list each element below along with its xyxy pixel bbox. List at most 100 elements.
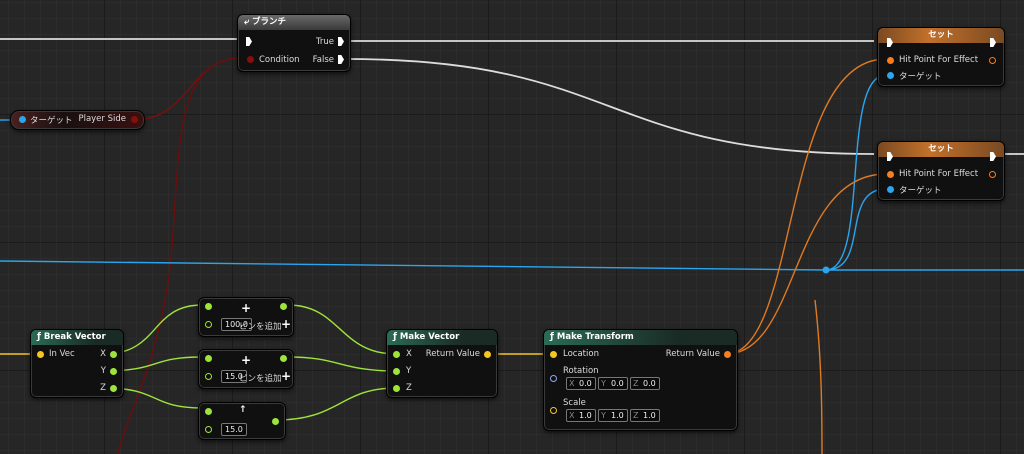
branch-title: ブランチ [252,17,287,27]
branch-true-label: True [315,37,334,47]
add-y-in-b-pin[interactable] [205,373,212,380]
getter-output-label: Player Side [78,114,126,124]
make-vector-x-pin[interactable] [393,351,400,358]
branch-node[interactable]: ⤶ ブランチ True Condition False [237,14,351,72]
break-vector-z-pin[interactable] [110,385,117,392]
add-y-in-a-pin[interactable] [205,355,212,362]
make-transform-output-label: Return Value [665,349,720,359]
make-vector-y-label: Y [406,366,412,376]
getter-target-label: ターゲット [30,116,73,126]
add-operator-icon: + [241,353,252,367]
reroute-knot [822,266,830,274]
add-y-add-pin-label[interactable]: ピンを追加 [239,372,282,384]
make-transform-location-pin[interactable] [550,351,557,358]
add-x-in-a-pin[interactable] [205,303,212,310]
make-vector-z-pin[interactable] [393,385,400,392]
break-vector-node[interactable]: ƒ Break Vector In Vec X Y Z [30,329,124,398]
make-transform-rotation-pin[interactable] [550,375,557,382]
set-top-target-label: ターゲット [899,72,942,82]
function-icon: ƒ [37,332,41,342]
make-transform-header[interactable]: ƒ Make Transform [544,330,737,345]
rotation-x-axis-label: X [569,379,575,388]
scale-y-axis-label: Y [601,411,606,420]
make-vector-header[interactable]: ƒ Make Vector [387,330,497,345]
wire-layer [0,38,1024,454]
set-top-target-pin[interactable] [887,72,894,79]
break-vector-x-label: X [100,349,106,359]
break-vector-z-label: Z [100,383,106,393]
break-vector-title: Break Vector [43,332,106,342]
rotation-z-axis-label: Z [633,379,639,388]
player-side-getter-node[interactable]: ターゲット Player Side [10,110,145,130]
make-transform-node[interactable]: ƒ Make Transform Location Return Value Ro… [543,329,738,431]
add-x-add-pin-label[interactable]: ピンを追加 [239,320,282,332]
set-bottom-target-pin[interactable] [887,186,894,193]
set-bottom-param-out-pin[interactable] [989,171,996,178]
break-vector-y-label: Y [100,366,106,376]
make-transform-output-pin[interactable] [724,351,731,358]
make-vector-title: Make Vector [399,332,460,342]
add-x-in-b-pin[interactable] [205,321,212,328]
set-bottom-param-pin[interactable] [887,171,894,178]
branch-condition-label: Condition [259,55,300,65]
getter-output-pin[interactable] [131,116,138,123]
float-wire-addy-out [287,356,397,372]
make-transform-scale-label: Scale [563,398,586,408]
branch-false-label: False [312,55,334,65]
make-transform-scale-pin[interactable] [550,407,557,414]
break-vector-in-label: In Vec [49,349,75,359]
set-node-bottom[interactable]: セット Hit Point For Effect ターゲット [877,141,1005,201]
float-wire-addz-out [275,387,397,421]
make-vector-x-label: X [406,349,412,359]
add-operator-icon: ↑ [239,405,247,415]
make-transform-location-label: Location [563,349,599,359]
float-wire-addx-out [287,304,397,355]
transform-wire-down [814,299,823,454]
make-transform-rotation-label: Rotation [563,366,599,376]
set-top-header[interactable]: セット [878,28,1004,43]
set-bottom-target-label: ターゲット [899,186,942,196]
add-z-in-a-pin[interactable] [205,408,212,415]
make-transform-title: Make Transform [556,332,634,342]
break-vector-in-pin[interactable] [37,351,44,358]
make-vector-y-pin[interactable] [393,368,400,375]
transform-wire-top [725,58,887,355]
transform-wire-bottom [725,173,887,355]
make-vector-z-label: Z [406,383,412,393]
scale-x-axis-label: X [569,411,575,420]
add-z-value-input[interactable]: 15.0 [221,423,247,436]
getter-target-pin[interactable] [19,116,26,123]
set-top-param-label: Hit Point For Effect [899,55,979,65]
object-wire-set-bottom [825,188,887,271]
add-y-add-pin-plus-icon[interactable]: + [281,369,291,383]
branch-icon: ⤶ [244,17,250,27]
branch-condition-pin[interactable] [247,56,254,63]
set-bottom-header[interactable]: セット [878,142,1004,157]
function-icon: ƒ [550,332,554,342]
set-node-top[interactable]: セット Hit Point For Effect ターゲット [877,27,1005,87]
scale-z-axis-label: Z [633,411,639,420]
object-wire-long [0,260,1024,271]
add-operator-icon: + [241,301,252,315]
set-top-param-out-pin[interactable] [989,57,996,64]
break-vector-x-pin[interactable] [110,351,117,358]
set-top-param-pin[interactable] [887,57,894,64]
add-y-out-pin[interactable] [280,355,287,362]
function-icon: ƒ [393,332,397,342]
add-node-z[interactable]: ↑ 15.0 [198,402,286,440]
make-vector-output-label: Return Value [425,349,480,359]
add-node-y[interactable]: + 15.0 ピンを追加 + [198,349,294,389]
make-vector-output-pin[interactable] [484,351,491,358]
add-z-out-pin[interactable] [272,418,279,425]
break-vector-header[interactable]: ƒ Break Vector [31,330,123,345]
exec-wire-false [345,58,875,155]
add-node-x[interactable]: + 100.0 ピンを追加 + [198,297,294,337]
add-x-out-pin[interactable] [280,303,287,310]
add-x-add-pin-plus-icon[interactable]: + [281,317,291,331]
branch-header[interactable]: ⤶ ブランチ [238,15,350,30]
add-z-in-b-pin[interactable] [205,426,212,433]
make-vector-node[interactable]: ƒ Make Vector X Return Value Y Z [386,329,498,398]
set-bottom-param-label: Hit Point For Effect [899,169,979,179]
break-vector-y-pin[interactable] [110,368,117,375]
rotation-y-axis-label: Y [601,379,606,388]
